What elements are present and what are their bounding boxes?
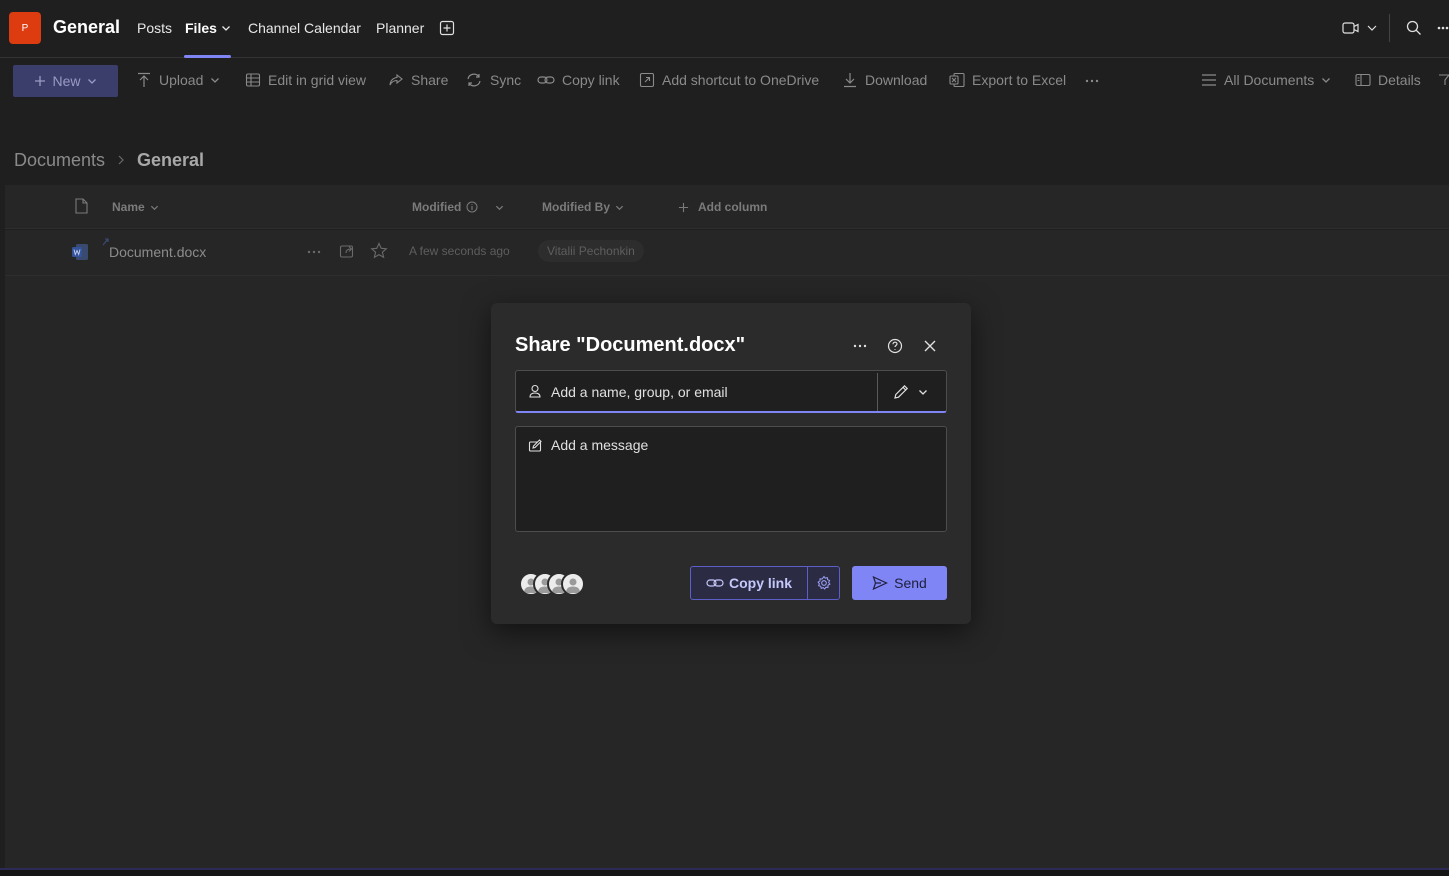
edit-grid-view-button[interactable]: Edit in grid view bbox=[245, 72, 366, 88]
dialog-more-icon[interactable] bbox=[849, 335, 871, 357]
plus-icon bbox=[678, 202, 689, 212]
send-button[interactable]: Send bbox=[852, 566, 947, 600]
share-button[interactable]: Share bbox=[388, 72, 448, 88]
gear-icon bbox=[816, 575, 831, 590]
link-icon bbox=[706, 579, 724, 587]
search-icon[interactable] bbox=[1406, 20, 1422, 36]
permission-dropdown[interactable] bbox=[886, 379, 938, 405]
word-file-icon bbox=[71, 243, 89, 261]
tab-files[interactable]: Files bbox=[185, 20, 231, 36]
send-icon bbox=[872, 575, 889, 591]
plus-icon bbox=[35, 76, 46, 86]
dialog-title: Share "Document.docx" bbox=[515, 334, 746, 356]
header-divider bbox=[1389, 14, 1390, 42]
upload-button[interactable]: Upload bbox=[136, 72, 220, 88]
row-share-icon[interactable] bbox=[339, 243, 355, 259]
filter-icon[interactable] bbox=[1438, 72, 1449, 88]
people-picker-field[interactable] bbox=[515, 370, 947, 413]
channel-title: General bbox=[53, 17, 121, 37]
person-icon bbox=[528, 384, 542, 398]
shared-with-avatars[interactable] bbox=[519, 572, 589, 596]
excel-icon bbox=[949, 72, 965, 88]
chevron-down-icon bbox=[615, 205, 624, 210]
shortcut-icon bbox=[639, 72, 655, 88]
chevron-down-icon bbox=[221, 26, 230, 31]
compose-message-icon bbox=[528, 439, 544, 453]
file-type-column-icon[interactable] bbox=[74, 198, 88, 214]
add-column-button[interactable]: Add column bbox=[678, 200, 767, 214]
close-icon[interactable] bbox=[919, 335, 941, 357]
chevron-right-icon bbox=[114, 152, 128, 168]
column-header-modified-by[interactable]: Modified By bbox=[542, 200, 624, 214]
chevron-down-icon bbox=[211, 78, 220, 83]
table-row[interactable]: Document.docx A few seconds ago Vitalii … bbox=[5, 230, 1449, 276]
top-header: P General Posts Files Channel Calendar P… bbox=[0, 0, 1449, 58]
modified-value: A few seconds ago bbox=[409, 244, 510, 258]
upload-icon bbox=[138, 72, 150, 87]
sync-icon bbox=[467, 73, 481, 87]
chevron-down-icon bbox=[1322, 78, 1331, 83]
grid-icon bbox=[245, 73, 261, 87]
more-options-icon[interactable] bbox=[1437, 26, 1449, 30]
copy-link-button[interactable]: Copy link bbox=[691, 567, 807, 599]
file-name-link[interactable]: Document.docx bbox=[109, 244, 206, 260]
share-dialog: Share "Document.docx" Add a name, group,… bbox=[491, 303, 971, 624]
download-button[interactable]: Download bbox=[842, 72, 927, 88]
chevron-down-icon bbox=[87, 79, 96, 84]
sync-button[interactable]: Sync bbox=[465, 72, 521, 88]
share-icon bbox=[389, 73, 403, 86]
row-more-icon[interactable] bbox=[307, 250, 321, 254]
command-more-icon[interactable] bbox=[1085, 79, 1099, 83]
breadcrumb-documents[interactable]: Documents bbox=[14, 150, 105, 171]
view-selector[interactable]: All Documents bbox=[1201, 72, 1331, 88]
modified-by-chip[interactable]: Vitalii Pechonkin bbox=[538, 240, 644, 262]
command-bar: New Upload Edit in grid view Share Sync … bbox=[0, 59, 1449, 103]
export-excel-button[interactable]: Export to Excel bbox=[949, 72, 1066, 88]
list-view-icon bbox=[1202, 74, 1216, 86]
download-icon bbox=[844, 73, 856, 88]
message-field[interactable] bbox=[515, 426, 947, 532]
chevron-down-icon bbox=[150, 205, 158, 210]
tab-posts[interactable]: Posts bbox=[137, 20, 172, 36]
column-header-name[interactable]: Name bbox=[112, 200, 159, 214]
permission-divider bbox=[877, 373, 878, 411]
message-input[interactable] bbox=[551, 437, 936, 525]
pencil-icon bbox=[894, 384, 909, 399]
help-icon[interactable] bbox=[884, 335, 906, 357]
details-pane-icon bbox=[1355, 73, 1371, 87]
details-button[interactable]: Details bbox=[1355, 72, 1421, 88]
add-tab-icon[interactable] bbox=[439, 20, 455, 36]
info-icon bbox=[466, 201, 478, 213]
window-bottom-edge bbox=[0, 868, 1449, 876]
meet-video-icon[interactable] bbox=[1342, 20, 1378, 36]
list-header: Name Modified Modified By Add column bbox=[5, 185, 1449, 229]
link-icon bbox=[537, 76, 555, 84]
team-avatar[interactable]: P bbox=[9, 12, 41, 44]
chevron-down-icon bbox=[919, 390, 927, 395]
tab-planner[interactable]: Planner bbox=[376, 20, 424, 36]
favorite-star-icon[interactable] bbox=[370, 242, 388, 260]
copy-link-command[interactable]: Copy link bbox=[537, 72, 620, 88]
active-tab-indicator bbox=[184, 55, 231, 58]
chevron-down-icon bbox=[496, 205, 504, 210]
link-settings-button[interactable] bbox=[808, 567, 839, 599]
column-header-modified[interactable]: Modified bbox=[412, 200, 504, 214]
breadcrumb-general: General bbox=[137, 150, 205, 170]
people-input[interactable] bbox=[551, 371, 871, 412]
add-shortcut-button[interactable]: Add shortcut to OneDrive bbox=[639, 72, 819, 88]
new-button[interactable]: New bbox=[13, 65, 118, 97]
copy-link-group: Copy link bbox=[690, 566, 840, 600]
tab-channel-calendar[interactable]: Channel Calendar bbox=[248, 20, 361, 36]
avatar bbox=[561, 572, 585, 596]
